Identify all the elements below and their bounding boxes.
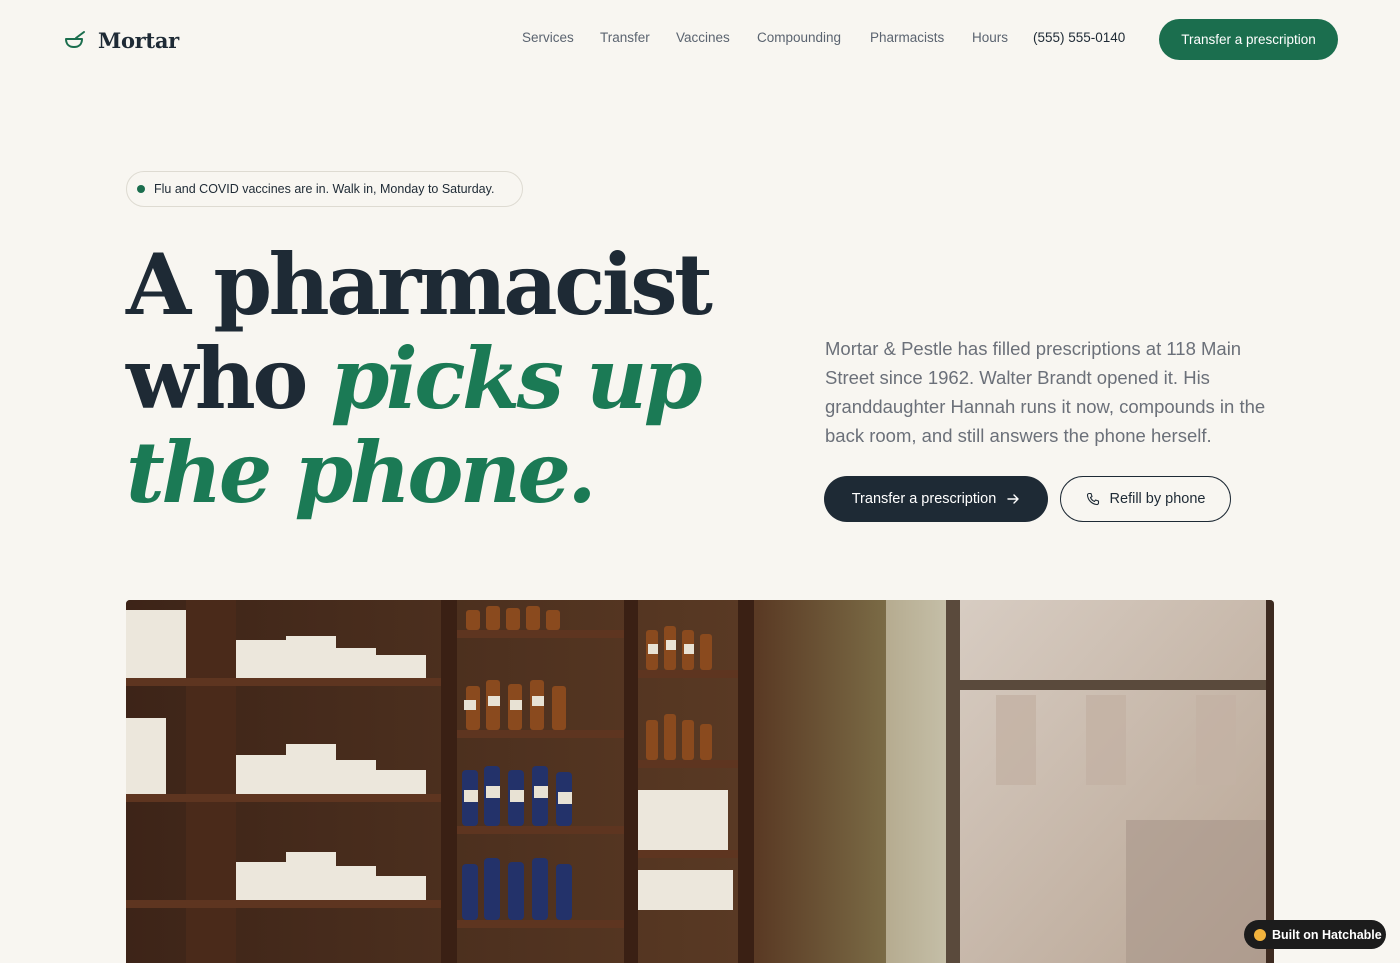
phone-link[interactable]: (555) 555-0140: [1033, 30, 1125, 45]
refill-by-phone-button[interactable]: Refill by phone: [1060, 476, 1231, 522]
site-header: Mortar Services Transfer Vaccines Compou…: [0, 0, 1400, 80]
pharmacy-shelves-illustration: [126, 600, 1274, 963]
nav-link-vaccines[interactable]: Vaccines: [676, 30, 730, 45]
header-transfer-button[interactable]: Transfer a prescription: [1159, 19, 1338, 60]
badge-text: Built on Hatchable: [1272, 927, 1382, 942]
built-on-hatchable-badge[interactable]: Built on Hatchable: [1244, 920, 1386, 949]
headline-accent: picks up: [330, 329, 703, 428]
headline-line1: A pharmacist: [126, 235, 713, 334]
phone-icon: [1086, 492, 1099, 506]
nav-link-transfer[interactable]: Transfer: [600, 30, 650, 45]
transfer-prescription-button[interactable]: Transfer a prescription: [824, 476, 1048, 522]
announcement-pill: Flu and COVID vaccines are in. Walk in, …: [126, 171, 523, 207]
arrow-right-icon: [1007, 494, 1019, 504]
hatchable-icon: [1254, 928, 1266, 941]
nav-link-hours[interactable]: Hours: [972, 30, 1008, 45]
nav-link-pharmacists[interactable]: Pharmacists: [870, 30, 944, 45]
hero-headline: A pharmacist who picks up the phone.: [126, 238, 766, 520]
pharmacy-shelves-photo: [126, 600, 1274, 963]
headline-word: who: [126, 329, 308, 428]
announcement-text: Flu and COVID vaccines are in. Walk in, …: [154, 182, 495, 196]
transfer-button-label: Transfer a prescription: [851, 491, 997, 507]
hero-intro: Mortar & Pestle has filled prescriptions…: [825, 338, 1266, 446]
refill-button-label: Refill by phone: [1109, 491, 1206, 507]
status-dot-icon: [137, 185, 145, 193]
nav-link-services[interactable]: Services: [522, 30, 574, 45]
nav-link-compounding[interactable]: Compounding: [757, 30, 841, 45]
headline-accent-2: the phone.: [126, 423, 597, 522]
